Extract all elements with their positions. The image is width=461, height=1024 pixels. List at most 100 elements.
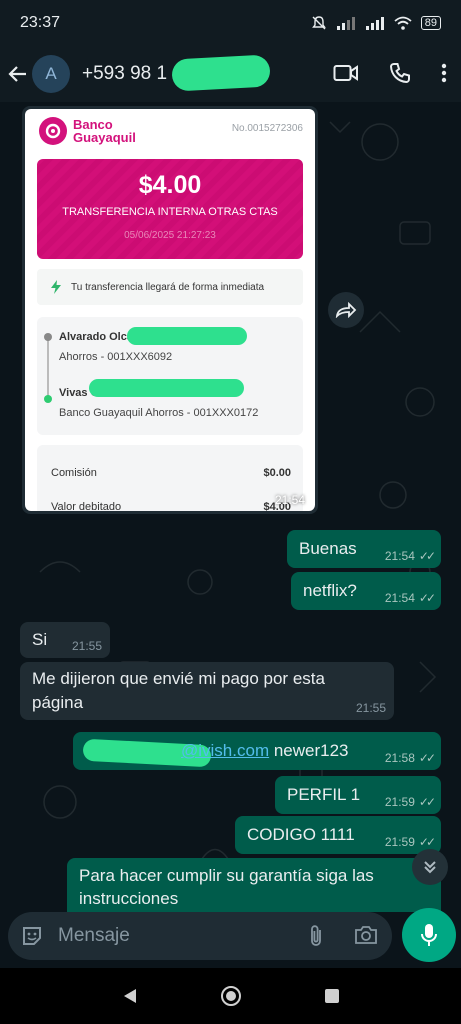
message-time: 21:58 [384,751,415,765]
destination-dot [44,395,52,403]
forward-icon [335,302,357,318]
fee-value: $0.00 [263,467,291,479]
chat-area[interactable]: Banco Guayaquil No.0015272306 $4.00 TRAN… [0,102,461,912]
message-meta: 21:59 ✓✓ [384,795,436,809]
wifi-icon [394,16,412,30]
status-bar: 23:37 89 [0,0,461,46]
contact-name[interactable]: +593 98 1 [82,63,167,85]
image-message[interactable]: Banco Guayaquil No.0015272306 $4.00 TRAN… [22,106,318,514]
message-text-line2: página [32,693,84,712]
double-check-icon: ✓✓ [418,795,436,809]
nav-back-icon[interactable] [121,987,139,1005]
status-time: 23:37 [20,14,61,31]
message-time: 21:55 [355,701,386,715]
bank-logo: Banco Guayaquil [39,117,136,145]
message-text: CODIGO 1111 [247,825,355,844]
incoming-message[interactable]: Si 21:55 [20,622,110,658]
message-time: 21:59 [384,835,415,849]
nav-recents-icon[interactable] [324,988,340,1004]
arrow-left-icon [8,66,26,82]
receipt-number: No.0015272306 [231,123,303,134]
origin-dot [44,333,52,341]
message-meta: 21:58 ✓✓ [384,751,436,765]
lightning-icon [51,280,61,294]
redaction-mark [89,379,244,397]
destination-account: Banco Guayaquil Ahorros - 001XXX0172 [59,407,259,419]
debited-row: Valor debitado $4.00 [51,501,291,511]
message-text-line2: instrucciones [79,889,179,908]
bank-name-line2: Guayaquil [73,130,136,145]
transfer-date: 05/06/2025 21:27:23 [124,230,216,241]
outgoing-message[interactable]: CODIGO 1111 21:59 ✓✓ [235,816,441,854]
outgoing-message[interactable]: Para hacer cumplir su garantía siga las … [67,858,441,912]
origin-account: Ahorros - 001XXX6092 [59,351,173,363]
message-input[interactable] [58,925,278,947]
forward-button[interactable] [328,292,364,328]
outgoing-message[interactable]: netflix? 21:54 ✓✓ [291,572,441,610]
message-time: 21:59 [384,795,415,809]
chevron-double-down-icon [424,861,436,874]
mute-icon [311,16,326,30]
transfer-amount: $4.00 [138,171,202,199]
voice-message-button[interactable] [402,908,456,962]
scroll-to-bottom-button[interactable] [412,849,448,885]
debited-label: Valor debitado [51,501,122,511]
double-check-icon: ✓✓ [418,751,436,765]
avatar[interactable]: A [32,55,70,93]
message-text-line1: Para hacer cumplir su garantía siga las [79,866,374,885]
redaction-mark [127,327,247,345]
message-text: PERFIL 1 [287,785,361,804]
transfer-type: TRANSFERENCIA INTERNA OTRAS CTAS [62,206,278,218]
message-text: netflix? [303,581,357,600]
battery-indicator: 89 [420,16,441,30]
more-options-icon[interactable] [441,63,447,83]
outgoing-message[interactable]: PERFIL 1 21:59 ✓✓ [275,776,441,814]
message-composer [8,912,392,960]
nav-home-icon[interactable] [220,985,242,1007]
attach-icon[interactable] [308,924,324,948]
message-time: 21:55 [71,639,102,653]
fees-panel: Comisión $0.00 Valor debitado $4.00 [37,445,303,511]
double-check-icon: ✓✓ [418,835,436,849]
message-time: 21:54 [274,493,305,507]
video-call-icon[interactable] [333,63,359,83]
camera-icon[interactable] [354,924,378,946]
message-time: 21:54 [384,591,415,605]
message-text: @ivish.com newer123 [181,741,349,760]
email-link[interactable]: @ivish.com [181,741,269,760]
double-check-icon: ✓✓ [418,549,436,563]
signal-icon [336,17,355,30]
message-meta: 21:55 [356,701,386,715]
message-meta: 21:54 ✓✓ [384,549,436,563]
notice-text: Tu transferencia llegará de forma inmedi… [71,281,265,293]
fee-row: Comisión $0.00 [51,467,291,479]
message-meta: 21:54 ✓✓ [384,591,436,605]
double-check-icon: ✓✓ [418,591,436,605]
accounts-panel: Alvarado Olcas Anais Madeleine Ahorros -… [37,317,303,435]
fee-label: Comisión [51,467,97,479]
signal-icon-2 [365,17,384,30]
input-bar [0,908,461,962]
incoming-message[interactable]: Me dijieron que envié mi pago por esta p… [20,662,394,720]
bank-logo-icon [39,117,67,145]
transfer-notice: Tu transferencia llegará de forma inmedi… [37,269,303,305]
phone-icon[interactable] [389,62,411,84]
message-meta: 21:59 ✓✓ [384,835,436,849]
outgoing-message[interactable]: @ivish.com newer123 21:58 ✓✓ [73,732,441,770]
message-text: Buenas [299,539,357,558]
composer-actions [308,924,378,948]
system-nav-bar [0,968,461,1024]
message-text-line1: Me dijieron que envié mi pago por esta [32,669,325,688]
header-actions [333,62,447,84]
outgoing-message[interactable]: Buenas 21:54 ✓✓ [287,530,441,568]
status-icons: 89 [311,15,441,31]
back-button[interactable] [0,64,36,84]
redaction-mark [171,54,271,92]
message-text: Si [32,630,48,649]
transfer-receipt-image[interactable]: Banco Guayaquil No.0015272306 $4.00 TRAN… [25,109,315,511]
chat-header: A +593 98 1 [0,46,461,102]
message-time: 21:54 [384,549,415,563]
sticker-icon[interactable] [20,924,44,948]
amount-card: $4.00 TRANSFERENCIA INTERNA OTRAS CTAS 0… [37,159,303,259]
microphone-icon [421,924,437,946]
